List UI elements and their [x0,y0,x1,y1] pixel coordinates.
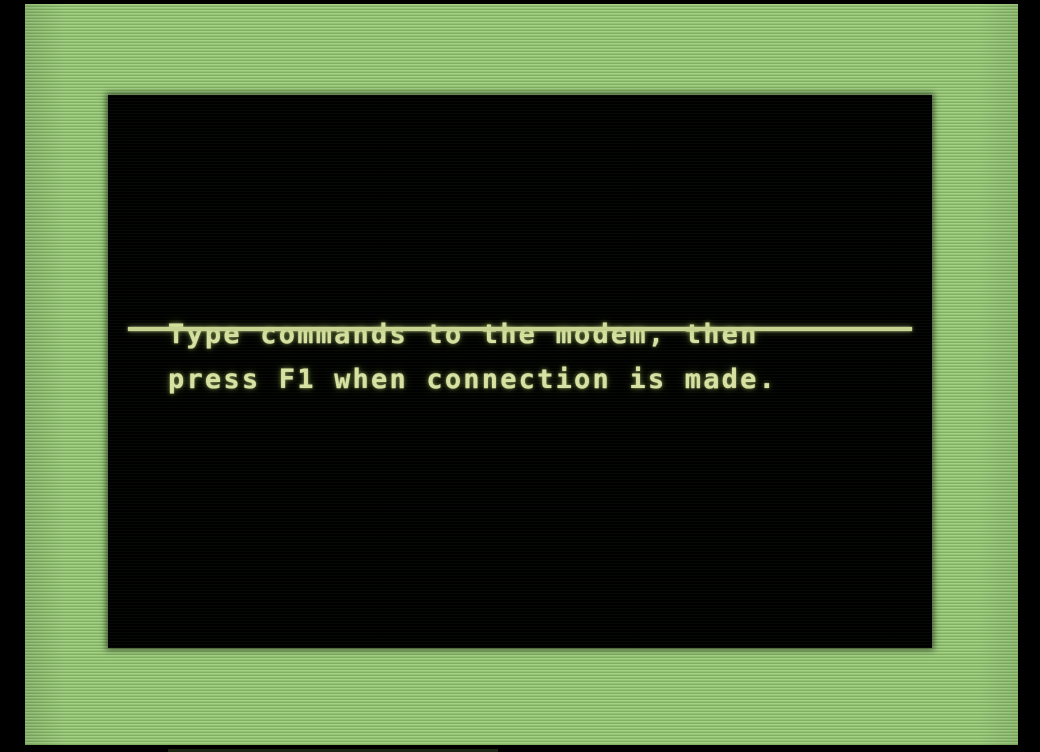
terminal-line-1: Type commands to the modem, then [168,319,759,350]
crt-monitor-bezel: Type commands to the modem, then press F… [0,0,1040,752]
terminal-divider-rule [128,327,912,331]
crt-phosphor-screen: Type commands to the modem, then press F… [25,4,1018,745]
terminal-window[interactable]: Type commands to the modem, then press F… [108,95,932,648]
terminal-output-area[interactable]: Type commands to the modem, then press F… [108,95,932,648]
terminal-line-2: press F1 when connection is made. [168,364,778,395]
